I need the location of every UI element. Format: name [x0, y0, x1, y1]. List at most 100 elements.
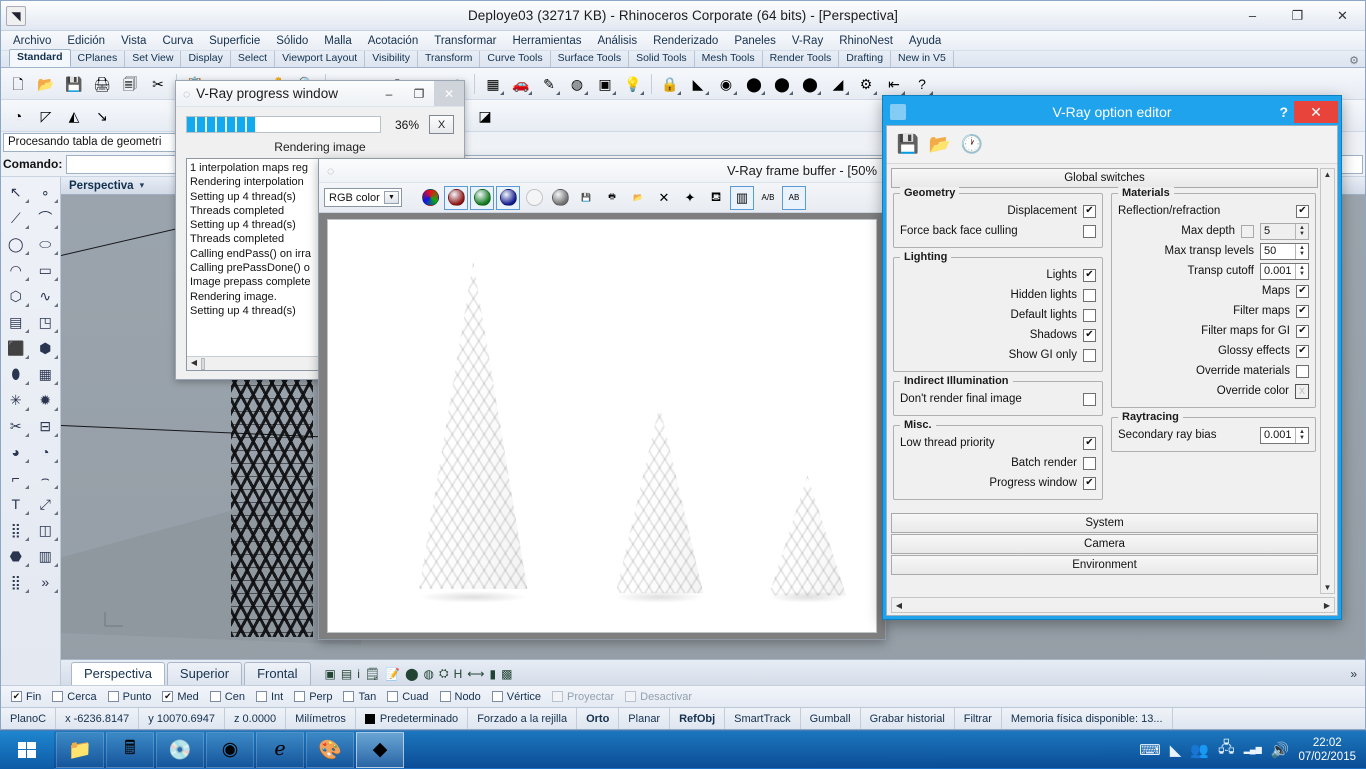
- checkbox-filter-maps-for-gi[interactable]: ✔: [1296, 325, 1309, 338]
- vray-render-icon[interactable]: ◔: [5, 103, 31, 129]
- rollout-camera[interactable]: Camera: [891, 534, 1318, 554]
- transp-cutoff-spinner[interactable]: 0.001 ▲▼: [1260, 263, 1309, 280]
- taskbar-rhino-icon[interactable]: ◆: [356, 732, 404, 768]
- mirror-icon[interactable]: ◫: [31, 517, 61, 543]
- status-ortho[interactable]: Orto: [577, 708, 619, 729]
- rendered-image[interactable]: [327, 219, 877, 633]
- checkbox-default-lights[interactable]: ✔: [1083, 309, 1096, 322]
- save-image-icon[interactable]: 💾: [574, 186, 598, 210]
- row-glossy-effects[interactable]: Glossy effects✔: [1118, 341, 1309, 361]
- osnap-int[interactable]: Int: [256, 691, 283, 703]
- row-shadows[interactable]: Shadows✔: [900, 325, 1096, 345]
- menu-item-curva[interactable]: Curva: [154, 33, 201, 49]
- osnap-checkbox-nodo[interactable]: [440, 691, 451, 702]
- fillet-icon[interactable]: ⌐: [1, 465, 31, 491]
- osnap-med[interactable]: ✔Med: [162, 691, 198, 703]
- row-transp-cutoff[interactable]: Transp cutoff 0.001 ▲▼: [1118, 261, 1309, 281]
- clear-image-icon[interactable]: ✕: [652, 186, 676, 210]
- track-render-icon[interactable]: ✦: [678, 186, 702, 210]
- checkbox-low-thread-priority[interactable]: ✔: [1083, 437, 1096, 450]
- osnap-desactivar[interactable]: Desactivar: [625, 691, 692, 703]
- menu-item-acotaci-n[interactable]: Acotación: [360, 33, 427, 49]
- green-channel-icon[interactable]: [470, 186, 494, 210]
- blue-channel-icon[interactable]: [496, 186, 520, 210]
- text-icon[interactable]: T: [1, 491, 31, 517]
- edit-notes-icon[interactable]: 📝: [385, 667, 400, 681]
- menu-item-paneles[interactable]: Paneles: [726, 33, 784, 49]
- close-button[interactable]: ✕: [1320, 1, 1365, 30]
- row-batch-render[interactable]: Batch render✔: [900, 453, 1096, 473]
- status-memory[interactable]: Memoria física disponible: 13...: [1002, 708, 1173, 729]
- light-icon[interactable]: 💡: [620, 71, 646, 97]
- grid-snap-icon[interactable]: ▩: [501, 667, 512, 681]
- status-coord-y[interactable]: y 10070.6947: [139, 708, 225, 729]
- osnap-checkbox-cuad[interactable]: [387, 691, 398, 702]
- sphere-grey-icon[interactable]: ⬤: [741, 71, 767, 97]
- checkbox-filter-maps[interactable]: ✔: [1296, 305, 1309, 318]
- osnap-checkbox-proyectar[interactable]: [552, 691, 563, 702]
- progress-cancel-button[interactable]: X: [429, 115, 454, 134]
- taskbar-clock[interactable]: 22:02 07/02/2015: [1298, 736, 1356, 764]
- show-hidden-icons-icon[interactable]: ◣: [1170, 741, 1182, 759]
- row-default-lights[interactable]: Default lights✔: [900, 305, 1096, 325]
- boolean-difference-icon[interactable]: ◔: [31, 439, 61, 465]
- taskbar-paint-icon[interactable]: 🎨: [306, 732, 354, 768]
- rgb-channel-icon[interactable]: [418, 186, 442, 210]
- notes-icon[interactable]: 🗒: [365, 667, 380, 681]
- boolean-union-icon[interactable]: ◕: [1, 439, 31, 465]
- toolbar-tab-display[interactable]: Display: [181, 51, 230, 67]
- checkbox-shadows[interactable]: ✔: [1083, 329, 1096, 342]
- ellipse-icon[interactable]: ⬭: [31, 231, 61, 257]
- override-color-swatch[interactable]: X: [1295, 384, 1309, 399]
- viewport-menu-caret-icon[interactable]: ▾: [140, 180, 145, 191]
- gear-render-icon[interactable]: ⚙: [853, 71, 879, 97]
- toolbar-tab-solid-tools[interactable]: Solid Tools: [629, 51, 695, 67]
- row-reflection-refraction[interactable]: Reflection/refraction ✔: [1118, 201, 1309, 221]
- maximize-button[interactable]: ❐: [1275, 1, 1320, 30]
- help-h-icon[interactable]: H: [454, 667, 463, 681]
- menu-item-transformar[interactable]: Transformar: [426, 33, 504, 49]
- viewport-tab-frontal[interactable]: Frontal: [244, 662, 310, 685]
- material-icon[interactable]: ◣: [685, 71, 711, 97]
- point-icon[interactable]: ∘: [31, 179, 61, 205]
- osnap-checkbox-perp[interactable]: [294, 691, 305, 702]
- scale-icon[interactable]: ⤢: [31, 491, 61, 517]
- max-depth-spinner-arrows[interactable]: ▲▼: [1295, 224, 1308, 239]
- toolbar-tab-render-tools[interactable]: Render Tools: [763, 51, 840, 67]
- max-transp-levels-spinner-arrows[interactable]: ▲▼: [1295, 244, 1308, 259]
- status-planar[interactable]: Planar: [619, 708, 670, 729]
- transp-cutoff-spinner-arrows[interactable]: ▲▼: [1295, 264, 1308, 279]
- toolbar-tab-select[interactable]: Select: [231, 51, 275, 67]
- secondary-ray-bias-spinner-arrows[interactable]: ▲▼: [1295, 428, 1308, 443]
- log-scroll-left-icon[interactable]: ◀: [187, 356, 201, 370]
- status-cplane[interactable]: PlanoC: [1, 708, 56, 729]
- rollout-environment[interactable]: Environment: [891, 555, 1318, 575]
- osnap-checkbox-cen[interactable]: [210, 691, 221, 702]
- curve-blend-icon[interactable]: ∿: [31, 283, 61, 309]
- menu-item-vista[interactable]: Vista: [113, 33, 154, 49]
- block-edit-icon[interactable]: ▣: [592, 71, 618, 97]
- toolbar-tab-transform[interactable]: Transform: [418, 51, 480, 67]
- max-transp-levels-spinner[interactable]: 50 ▲▼: [1260, 243, 1309, 260]
- scroll-up-icon[interactable]: ▲: [1324, 169, 1332, 180]
- color-wheel-icon[interactable]: ◉: [713, 71, 739, 97]
- print-image-icon[interactable]: 🖶: [600, 186, 624, 210]
- force-back-face-culling-checkbox[interactable]: ✔: [1083, 225, 1096, 238]
- sphere-shaded-icon[interactable]: ⬤: [769, 71, 795, 97]
- status-record-history[interactable]: Grabar historial: [861, 708, 955, 729]
- print-icon[interactable]: 🖨: [89, 71, 115, 97]
- max-depth-spinner[interactable]: 5 ▲▼: [1260, 223, 1309, 240]
- row-lights[interactable]: Lights✔: [900, 265, 1096, 285]
- menu-item-an-lisis[interactable]: Análisis: [589, 33, 645, 49]
- osnap-checkbox-tan[interactable]: [343, 691, 354, 702]
- toolbar-tab-standard[interactable]: Standard: [9, 49, 71, 67]
- menu-item-archivo[interactable]: Archivo: [5, 33, 59, 49]
- row-low-thread-priority[interactable]: Low thread priority✔: [900, 433, 1096, 453]
- menu-item-rhinonest[interactable]: RhinoNest: [831, 33, 901, 49]
- rectangle-icon[interactable]: ▭: [31, 257, 61, 283]
- rollout-global-switches[interactable]: Global switches: [891, 168, 1318, 188]
- boolean-icon[interactable]: ⬢: [31, 335, 61, 361]
- osnap-checkbox-med[interactable]: ✔: [162, 691, 173, 702]
- checkbox-progress-window[interactable]: ✔: [1083, 477, 1096, 490]
- array-icon[interactable]: ⣿: [1, 517, 31, 543]
